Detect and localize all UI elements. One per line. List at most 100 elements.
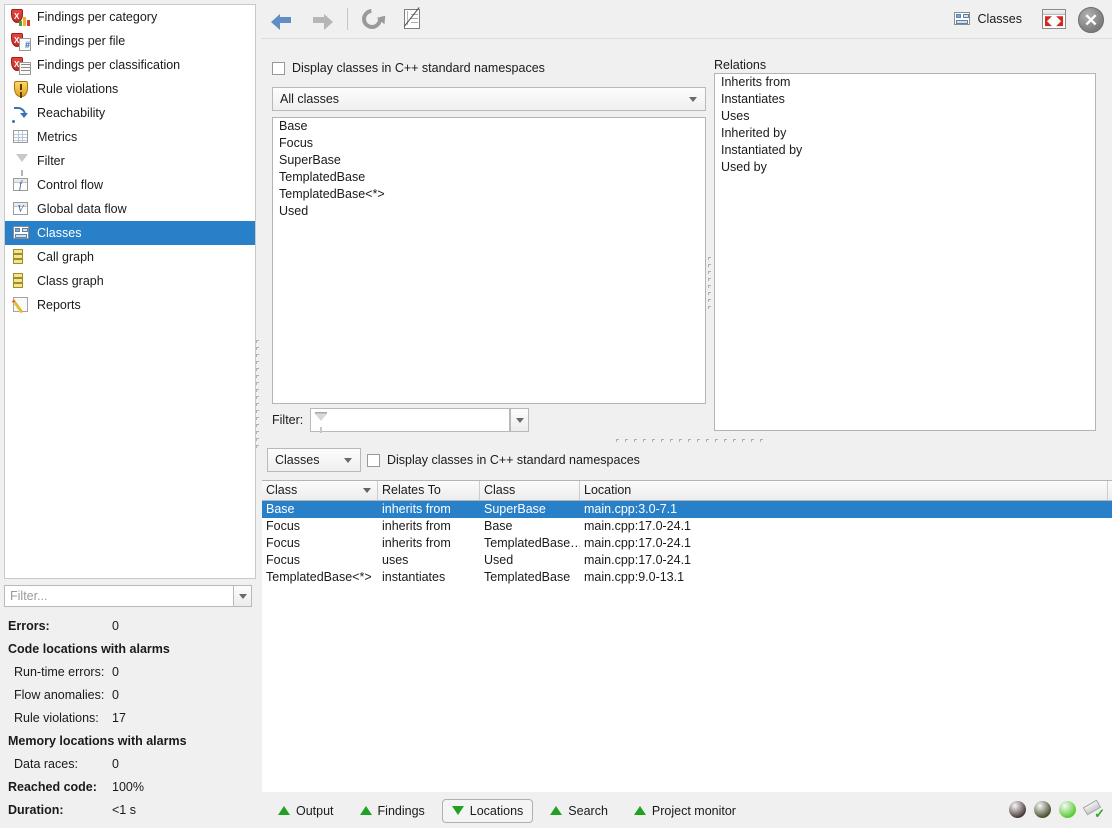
sidebar-item-reports[interactable]: Reports — [5, 293, 255, 317]
table-row[interactable]: Focus inherits from Base main.cpp:17.0-24.1 — [262, 518, 1112, 535]
checkbox-label: Display classes in C++ standard namespac… — [292, 61, 545, 75]
sidebar-filter[interactable] — [4, 585, 252, 607]
display-std-namespaces-checkbox-row-top[interactable]: Display classes in C++ standard namespac… — [272, 61, 545, 75]
cell-target-class: Base — [484, 519, 513, 533]
stat-key: Rule violations: — [14, 710, 99, 725]
sidebar-item-call-graph[interactable]: Call graph — [5, 245, 255, 269]
triangle-up-icon — [359, 806, 372, 815]
results-mode-combo[interactable]: Classes — [267, 448, 361, 472]
reports-icon — [11, 295, 31, 315]
navigation-list[interactable]: X Findings per category X # Findings per… — [4, 4, 256, 579]
forward-button[interactable] — [307, 6, 337, 32]
display-std-namespaces-checkbox-row-bottom[interactable]: Display classes in C++ standard namespac… — [367, 453, 640, 467]
toolbar-divider — [347, 8, 348, 30]
tab-output[interactable]: Output — [269, 799, 343, 823]
sidebar-item-findings-per-category[interactable]: X Findings per category — [5, 5, 255, 29]
cell-target-class: TemplatedBase… — [484, 536, 580, 550]
table-row[interactable]: Base inherits from SuperBase main.cpp:3.0-7… — [262, 501, 1112, 518]
sidebar-filter-dropdown-button[interactable] — [233, 585, 252, 607]
chevron-down-icon — [344, 457, 352, 463]
tab-project-monitor[interactable]: Project monitor — [625, 799, 745, 823]
sidebar-item-reachability[interactable]: Reachability — [5, 101, 255, 125]
refresh-button[interactable] — [357, 4, 387, 34]
class-scope-combo[interactable]: All classes — [272, 87, 706, 111]
cell-location: main.cpp:17.0-24.1 — [584, 553, 692, 567]
left-sidebar: X Findings per category X # Findings per… — [0, 0, 256, 828]
class-list-item[interactable]: Used — [273, 203, 705, 220]
cell-target-class: SuperBase — [484, 502, 546, 516]
relation-list-item[interactable]: Inherits from — [715, 74, 1095, 91]
sidebar-item-metrics[interactable]: Metrics — [5, 125, 255, 149]
table-column-header[interactable]: Location — [580, 481, 1108, 500]
table-header-row[interactable]: Class Relates To Class Location — [262, 481, 1112, 501]
cell-relation: inherits from — [382, 502, 451, 516]
sidebar-filter-input[interactable] — [4, 585, 233, 607]
table-row[interactable]: TemplatedBase<*> instantiates TemplatedBas… — [262, 569, 1112, 586]
relation-list-item[interactable]: Used by — [715, 159, 1095, 176]
sidebar-item-findings-per-file[interactable]: X # Findings per file — [5, 29, 255, 53]
relation-list-item[interactable]: Uses — [715, 108, 1095, 125]
class-list-item[interactable]: Focus — [273, 135, 705, 152]
class-filter-dropdown-button[interactable] — [510, 408, 530, 432]
table-row[interactable]: Focus uses Used main.cpp:17.0-24.1 — [262, 552, 1112, 569]
table-column-header[interactable]: Class — [480, 481, 580, 500]
maximize-button[interactable]: ◤ ◥ ◣ ◢ — [1042, 9, 1066, 29]
relation-list-item[interactable]: Instantiated by — [715, 142, 1095, 159]
tab-findings[interactable]: Findings — [351, 799, 434, 823]
classes-view: Display classes in C++ standard namespac… — [261, 39, 1112, 792]
report-button[interactable] — [397, 6, 427, 32]
tab-locations[interactable]: Locations — [441, 798, 534, 823]
stat-key: Data races: — [14, 756, 78, 771]
back-button[interactable] — [267, 6, 297, 32]
sidebar-item-filter[interactable]: Filter — [5, 149, 255, 176]
table-column-header[interactable]: Class — [262, 481, 378, 500]
sidebar-item-global-data-flow[interactable]: V Global data flow — [5, 197, 255, 221]
class-filter-input[interactable] — [310, 408, 511, 433]
sidebar-item-findings-per-classification[interactable]: X Findings per classification — [5, 53, 255, 77]
table-row[interactable]: Focus inherits from TemplatedBase… main.cpp… — [262, 535, 1112, 552]
relations-list[interactable]: Inherits from Instantiates Uses Inherited b… — [714, 73, 1096, 431]
relations-table[interactable]: Class Relates To Class Location Base inherit… — [262, 480, 1112, 792]
cell-class: Focus — [266, 519, 301, 533]
horizontal-splitter[interactable] — [616, 437, 776, 445]
sidebar-item-label: Findings per file — [37, 33, 126, 48]
class-list-item[interactable]: Base — [273, 118, 705, 135]
close-button[interactable]: ✕ — [1078, 7, 1104, 33]
findings-file-icon: X # — [11, 31, 31, 51]
sidebar-item-label: Findings per classification — [37, 57, 181, 72]
stat-row-reached-code: Reached code: 100% — [8, 775, 252, 798]
relation-list-item[interactable]: Instantiates — [715, 91, 1095, 108]
stat-key: Errors: — [8, 618, 50, 633]
table-column-header[interactable]: Relates To — [378, 481, 480, 500]
class-list[interactable]: Base Focus SuperBase TemplatedBase Templated… — [272, 117, 706, 404]
class-list-item[interactable]: TemplatedBase<*> — [273, 186, 705, 203]
sidebar-item-control-flow[interactable]: f Control flow — [5, 173, 255, 197]
main-pane: Classes ◤ ◥ ◣ ◢ ✕ Display classes in C++… — [261, 0, 1112, 828]
checkbox[interactable] — [367, 453, 380, 467]
tab-label: Findings — [377, 803, 425, 818]
class-list-item[interactable]: TemplatedBase — [273, 169, 705, 186]
chevron-down-icon — [515, 417, 524, 423]
class-filter-row[interactable]: Filter: — [272, 408, 530, 433]
sidebar-item-classes[interactable]: Classes — [5, 221, 255, 245]
close-icon: ✕ — [1083, 10, 1099, 30]
bottom-tab-bar[interactable]: Output Findings Locations Search Project mon… — [261, 793, 1112, 828]
class-list-item[interactable]: SuperBase — [273, 152, 705, 169]
stat-value: 0 — [112, 664, 119, 679]
checkbox[interactable] — [272, 61, 285, 75]
arrow-left-icon — [271, 11, 293, 30]
cell-class: Base — [266, 502, 295, 516]
filter-funnel-icon — [315, 411, 328, 433]
sidebar-item-label: Findings per category — [37, 9, 158, 24]
sidebar-item-rule-violations[interactable]: Rule violations — [5, 77, 255, 101]
sidebar-item-label: Control flow — [37, 177, 103, 192]
tab-search[interactable]: Search — [541, 799, 617, 823]
arrow-right-icon — [311, 11, 333, 30]
sidebar-item-class-graph[interactable]: Class graph — [5, 269, 255, 293]
relation-list-item[interactable]: Inherited by — [715, 125, 1095, 142]
brush-check-icon[interactable] — [1084, 800, 1105, 820]
table-body[interactable]: Base inherits from SuperBase main.cpp:3.0-7… — [262, 501, 1112, 586]
cell-class: Focus — [266, 553, 301, 567]
stat-value: 0 — [112, 618, 119, 633]
stat-row-runtime-errors: Run-time errors: 0 — [8, 660, 252, 683]
